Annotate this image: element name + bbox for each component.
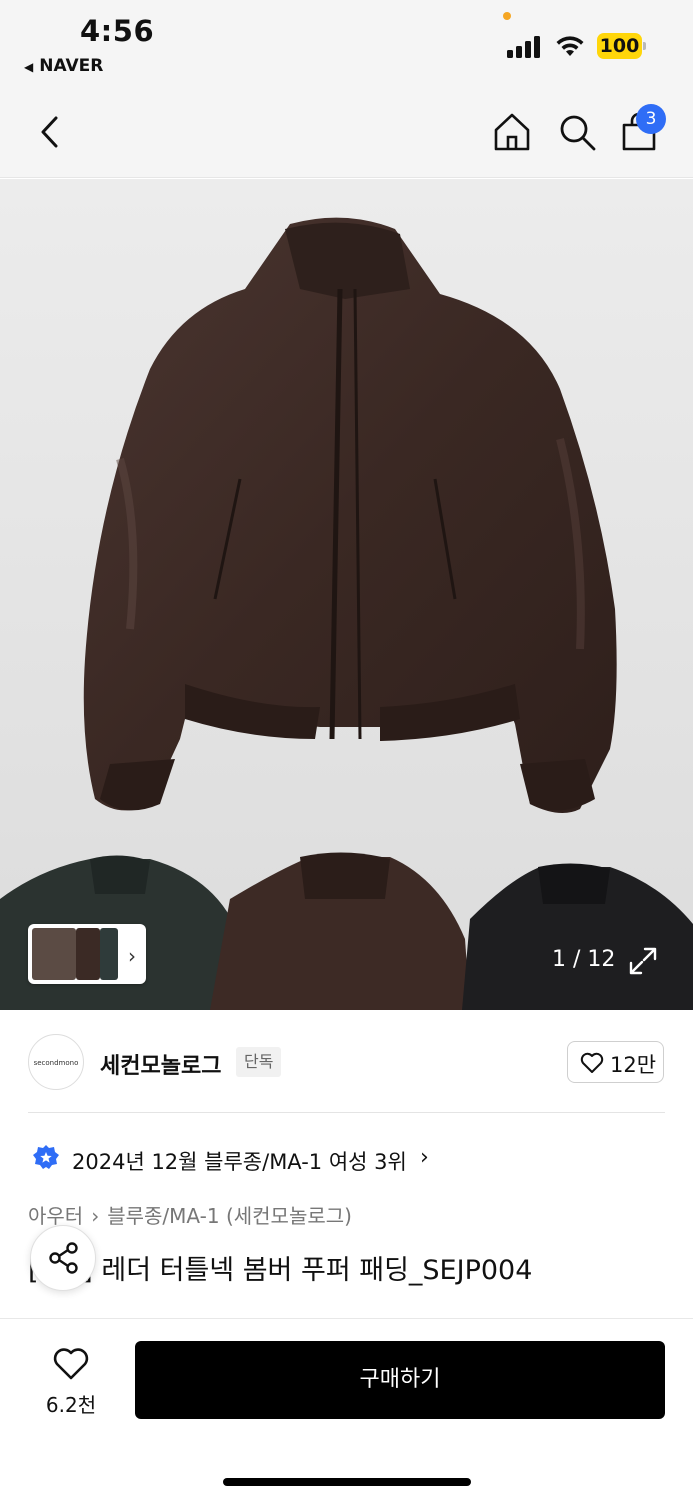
heart-icon — [53, 1348, 89, 1380]
breadcrumb-item[interactable]: 아우터 — [28, 1204, 83, 1228]
wifi-icon — [556, 36, 584, 56]
back-to-app-link[interactable]: ◀ NAVER — [24, 56, 103, 76]
battery-indicator: 100 — [597, 33, 647, 59]
status-time: 4:56 — [80, 14, 155, 48]
green-jacket-thumb[interactable] — [100, 928, 118, 980]
brown-jacket-thumb[interactable] — [76, 928, 100, 980]
signal-strength-icon — [507, 34, 543, 58]
seller-name[interactable]: 세컨모놀로그 — [100, 1048, 221, 1080]
chevron-right-icon: › — [420, 1145, 429, 1170]
image-counter: 1 / 12 — [552, 947, 616, 972]
buy-button[interactable]: 구매하기 — [135, 1341, 665, 1419]
seller-info: secondmono 세컨모놀로그 단독 12만 — [0, 1030, 693, 1096]
heart-icon — [580, 1052, 604, 1073]
product-image-gallery[interactable]: › 1 / 12 — [0, 179, 693, 1010]
product-photo — [0, 217, 693, 1010]
ranking-badge-icon — [33, 1145, 59, 1169]
back-app-label: NAVER — [39, 56, 104, 76]
divider — [28, 1112, 665, 1113]
product-title: [ lor] 레더 터틀넥 봄버 푸퍼 패딩_SEJP004 — [28, 1255, 533, 1286]
status-bar: 4:56 ◀ NAVER 100 — [0, 0, 693, 90]
search-icon[interactable] — [555, 110, 599, 154]
breadcrumb-item[interactable]: 블루종/MA-1 (세컨모놀로그) — [107, 1204, 352, 1228]
seller-logo[interactable]: secondmono — [28, 1034, 84, 1090]
breadcrumb: 아우터 › 블루종/MA-1 (세컨모놀로그) — [28, 1200, 352, 1229]
back-triangle-icon: ◀ — [24, 60, 34, 74]
cart-count-badge: 3 — [636, 104, 666, 134]
share-button[interactable] — [30, 1225, 96, 1291]
expand-icon[interactable] — [628, 946, 658, 976]
store-like-button[interactable]: 12만 — [567, 1041, 664, 1083]
share-icon — [49, 1242, 78, 1274]
breadcrumb-separator-icon: › — [91, 1204, 100, 1228]
battery-level: 100 — [597, 33, 642, 59]
chevron-left-icon[interactable] — [30, 112, 70, 152]
home-icon[interactable] — [490, 110, 534, 154]
purchase-bar: 6.2천 구매하기 — [0, 1318, 693, 1500]
jacket-model-thumb[interactable] — [32, 928, 76, 980]
home-indicator — [223, 1478, 471, 1486]
store-like-count: 12만 — [610, 1053, 657, 1077]
privacy-indicator-dot — [503, 12, 511, 20]
color-variant-thumbnails[interactable]: › — [28, 924, 146, 984]
chevron-right-icon: › — [128, 944, 136, 968]
ranking-text: 2024년 12월 블루종/MA-1 여성 3위 — [72, 1150, 407, 1174]
wishlist-button[interactable]: 6.2천 — [38, 1343, 104, 1417]
wishlist-count: 6.2천 — [45, 1393, 97, 1417]
top-nav-bar — [0, 90, 693, 178]
exclusive-badge: 단독 — [236, 1047, 282, 1077]
